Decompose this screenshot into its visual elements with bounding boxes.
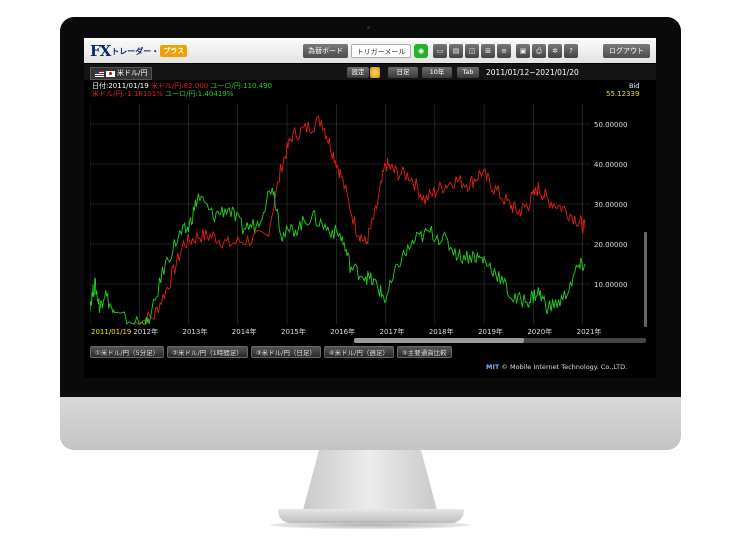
trigger-mail-button[interactable]: トリガーメール — [351, 44, 411, 58]
tab-usdjpy-daily[interactable]: ③米ドル/円（日足） — [250, 346, 321, 358]
app-logo: FX トレーダー・ プラス — [90, 42, 188, 60]
period-daily-button[interactable]: 日足 — [388, 67, 418, 78]
logout-button[interactable]: ログアウト — [603, 44, 650, 58]
x-tick-label: 2020年 — [527, 327, 552, 336]
layout-hsplit-icon[interactable]: ▤ — [449, 44, 463, 58]
tab-button[interactable]: Tab — [457, 67, 479, 78]
legend-usd-value: 米ドル/円:82.000 — [150, 82, 209, 90]
logo-plus: プラス — [160, 45, 188, 57]
tab-usdjpy-weekly[interactable]: ④米ドル/円（週足） — [323, 346, 394, 358]
layout-grid-icon[interactable]: ⊞ — [481, 44, 495, 58]
x-tick-label: 2011/01/19 — [91, 328, 131, 336]
y-tick-label: 20.00000 — [594, 241, 627, 249]
tab-usdjpy-1hour[interactable]: ②米ドル/円（1時間足） — [167, 346, 248, 358]
span-10y-button[interactable]: 10年 — [422, 67, 452, 78]
chart-vscroll — [644, 232, 647, 327]
tab-major-currency-compare[interactable]: ⑤主要通貨比較 — [396, 346, 452, 358]
camera-dot — [367, 26, 370, 29]
currency-pair-selector[interactable]: 米ドル/円 — [90, 67, 153, 80]
tab-usdjpy-5min[interactable]: ①米ドル/円（5分足） — [90, 346, 165, 358]
legend-date: 日付:2011/01/19 — [92, 82, 149, 90]
chart-settings-button[interactable]: 設定 — [347, 67, 369, 78]
currency-pair-label: 米ドル/円 — [117, 69, 148, 77]
legend-line-1: 日付:2011/01/19 米ドル/円:82.000 ユーロ/円:110.490 — [92, 82, 272, 90]
y-tick-label: 50.00000 — [594, 121, 627, 129]
logo-fx: FX — [90, 42, 111, 60]
x-tick-label: 2021年 — [577, 327, 602, 336]
monitor-chin — [60, 397, 681, 450]
date-range: 2011/01/12~2021/01/20 — [486, 68, 579, 77]
legend-eur-value: ユーロ/円:110.490 — [210, 82, 273, 90]
price-chart[interactable]: 50.00000 40.00000 30.00000 20.00000 10.00000… — [90, 82, 648, 337]
x-tick-label: 2016年 — [330, 327, 355, 336]
x-tick-label: 2018年 — [429, 327, 454, 336]
layout-single-icon[interactable]: ▭ — [433, 44, 447, 58]
copyright: MIT © Mobile Internet Technology. Co.,LT… — [486, 363, 627, 371]
stand-shadow — [270, 521, 470, 529]
bid-label: Bid — [629, 82, 640, 90]
copyright-text: © Mobile Internet Technology. Co.,LTD. — [501, 363, 628, 371]
legend-usd-change: 米ドル/円:-1.18101% — [92, 90, 163, 98]
x-tick-label: 2013年 — [183, 327, 208, 336]
x-tick-label: 2014年 — [232, 327, 257, 336]
x-tick-label: 2019年 — [478, 327, 503, 336]
chart-scrollbar[interactable] — [354, 338, 646, 343]
app-screen: FX トレーダー・ プラス 為替ボード トリガーメール ◉ ▭ ▤ ◫ ⊞ ≡ … — [84, 38, 656, 378]
line-icon[interactable]: ◉ — [414, 44, 428, 58]
legend-line-2: 米ドル/円:-1.18101% ユーロ/円:1.40419% — [92, 90, 233, 98]
print-icon[interactable]: ⎙ — [532, 44, 546, 58]
series-line-0 — [133, 115, 586, 326]
x-tick-label: 2017年 — [380, 327, 405, 336]
layout-rows-icon[interactable]: ≡ — [497, 44, 511, 58]
scrollbar-thumb[interactable] — [354, 338, 524, 343]
chart-tabs: ①米ドル/円（5分足） ②米ドル/円（1時間足） ③米ドル/円（日足） ④米ドル… — [90, 346, 452, 358]
y-tick-label: 10.00000 — [594, 281, 627, 289]
gear-icon[interactable]: ✲ — [548, 44, 562, 58]
rate-board-button[interactable]: 為替ボード — [303, 44, 348, 58]
y-tick-label: 40.00000 — [594, 161, 627, 169]
mit-logo: MIT — [486, 363, 500, 371]
bid-value: 55.12339 — [606, 90, 640, 98]
us-flag-icon — [95, 70, 104, 77]
y-tick-label: 30.00000 — [594, 201, 627, 209]
save-icon[interactable]: ▣ — [516, 44, 530, 58]
legend-eur-change: ユーロ/円:1.40419% — [165, 90, 234, 98]
chart-header-bar: 米ドル/円 設定 日足 10年 Tab 2011/01/12~2021/01/2… — [84, 64, 656, 80]
theme-icon[interactable] — [370, 67, 380, 78]
monitor-stand-neck — [303, 450, 437, 510]
help-icon[interactable]: ? — [564, 44, 578, 58]
x-tick-label: 2012年 — [133, 327, 158, 336]
x-tick-label: 2015年 — [281, 327, 306, 336]
layout-vsplit-icon[interactable]: ◫ — [465, 44, 479, 58]
top-toolbar: FX トレーダー・ プラス 為替ボード トリガーメール ◉ ▭ ▤ ◫ ⊞ ≡ … — [84, 38, 656, 63]
jp-flag-icon — [106, 70, 115, 77]
logo-trader: トレーダー・ — [111, 46, 160, 56]
